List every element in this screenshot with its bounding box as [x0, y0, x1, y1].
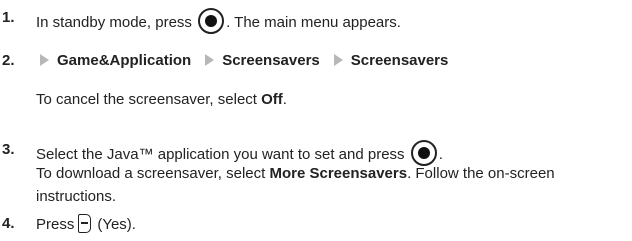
instruction-document: 1. In standby mode, press . The main men…	[0, 0, 632, 241]
step-1-text-end: . The main menu appears.	[226, 14, 401, 31]
step-3-note-continuation: instructions.	[36, 188, 117, 205]
step-4-text-end: (Yes).	[97, 216, 136, 233]
center-select-key-icon	[198, 8, 225, 34]
step-3-text-end: .	[438, 146, 443, 163]
path-arrow-icon	[205, 54, 215, 66]
step-number: 2.	[2, 52, 15, 69]
step-number: 3.	[2, 141, 15, 158]
menu-path-item: Screensavers	[350, 52, 449, 69]
step-2-note: To cancel the screensaver, select Off.	[36, 91, 287, 108]
path-arrow-icon	[40, 54, 49, 66]
step-3-text: Select the Java™ application you want to…	[36, 146, 405, 163]
step-4-text: Press	[36, 216, 75, 233]
step-number: 4.	[2, 215, 15, 232]
step-1-text: In standby mode, press	[36, 14, 192, 31]
left-soft-key-icon	[78, 214, 92, 233]
menu-path: Game&Application Screensavers Screensavers	[36, 51, 448, 71]
menu-path-item: Game&Application	[57, 52, 192, 69]
step-3-note: To download a screensaver, select More S…	[36, 165, 555, 182]
path-arrow-icon	[333, 54, 343, 66]
menu-path-item: Screensavers	[222, 52, 320, 69]
step-number: 1.	[2, 9, 15, 26]
